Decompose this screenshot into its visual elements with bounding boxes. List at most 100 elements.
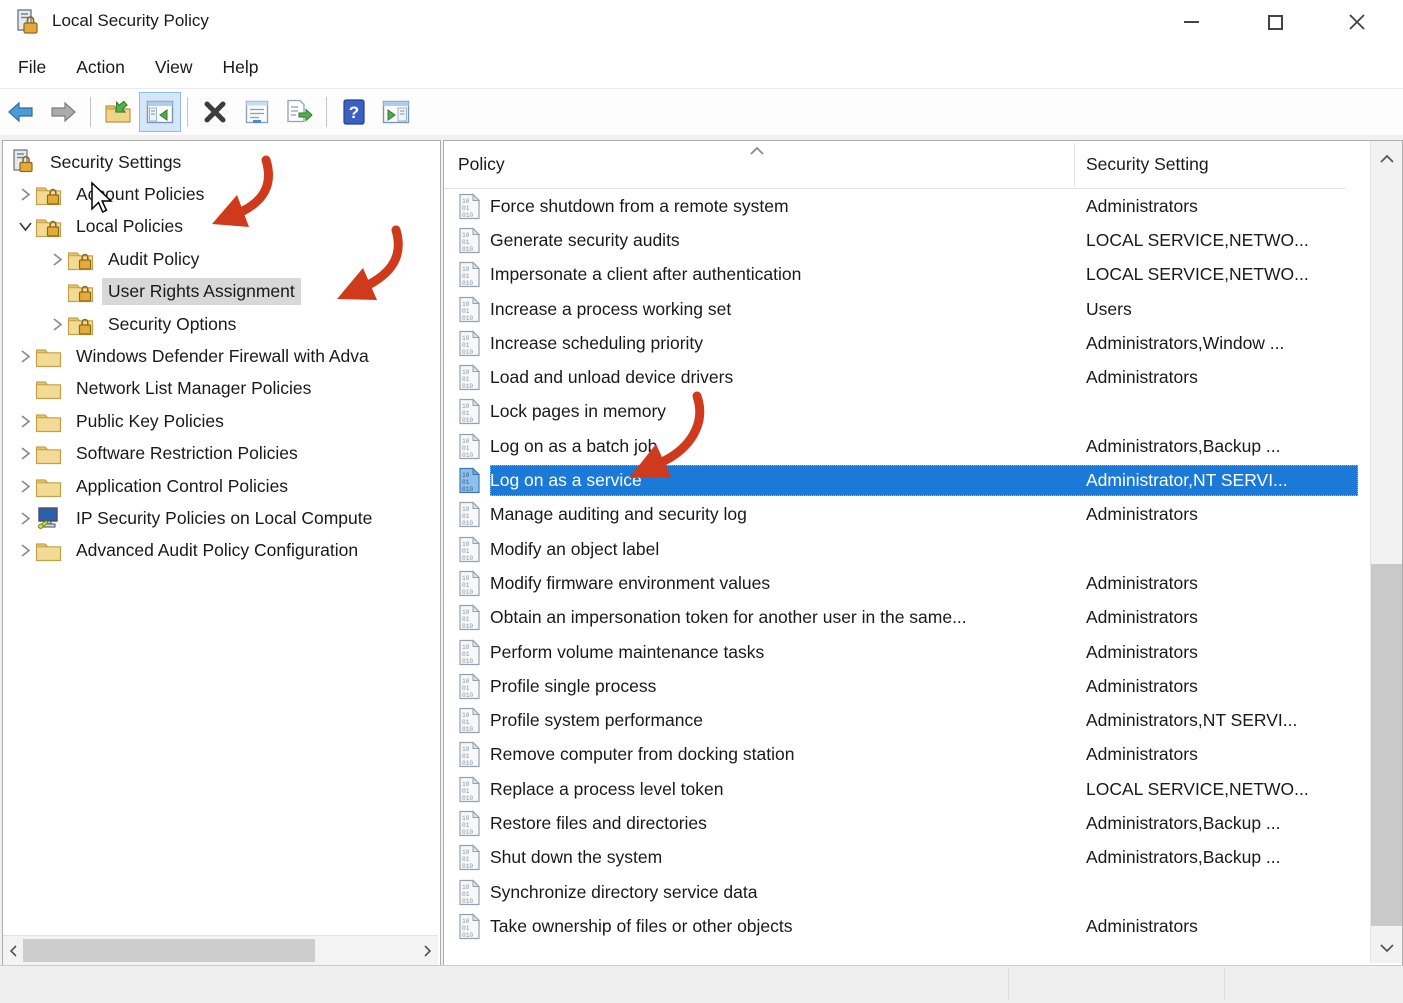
policy-row-log-on-as-a-batch-job[interactable]: 10 01 010 Log on as a batch job Administrato… xyxy=(444,429,1368,463)
policy-doc-icon: 10 01 010 xyxy=(458,810,481,837)
vertical-scroll-thumb[interactable] xyxy=(1371,564,1402,926)
maximize-button[interactable] xyxy=(1252,2,1298,42)
chevron-right-icon[interactable] xyxy=(15,479,35,494)
tree-item-network-list-manager-policies[interactable]: Network List Manager Policies xyxy=(3,373,440,405)
scroll-down-arrow-icon[interactable] xyxy=(1371,933,1402,963)
policy-row-increase-scheduling-priority[interactable]: 10 01 010 Increase scheduling priority Admin… xyxy=(444,326,1368,360)
tree-item-application-control-policies[interactable]: Application Control Policies xyxy=(3,470,440,502)
security-setting-value: LOCAL SERVICE,NETWO... xyxy=(1086,229,1309,250)
policy-row-modify-firmware-environment-values[interactable]: 10 01 010 Modify firmware environment value… xyxy=(444,566,1368,600)
tree-item-ip-security-policies-on-local-compute[interactable]: IP Security Policies on Local Compute xyxy=(3,502,440,534)
status-bar xyxy=(0,965,1403,1003)
scroll-left-arrow-icon[interactable] xyxy=(3,936,23,965)
svg-text:01: 01 xyxy=(462,753,470,760)
app-icon xyxy=(14,9,40,42)
policy-row-modify-an-object-label[interactable]: 10 01 010 Modify an object label xyxy=(444,532,1368,566)
export-list-icon xyxy=(285,99,313,125)
policy-row-shut-down-the-system[interactable]: 10 01 010 Shut down the system Administrator… xyxy=(444,841,1368,875)
chevron-right-icon[interactable] xyxy=(15,187,35,202)
horizontal-scrollbar[interactable] xyxy=(3,935,438,965)
computer-lock-icon xyxy=(9,149,36,175)
policy-row-load-and-unload-device-drivers[interactable]: 10 01 010 Load and unload device drivers Adm… xyxy=(444,360,1368,394)
policy-row-synchronize-directory-service-data[interactable]: 10 01 010 Synchronize directory service dat… xyxy=(444,875,1368,909)
tree-item-advanced-audit-policy-configuration[interactable]: Advanced Audit Policy Configuration xyxy=(3,535,440,567)
policy-row-body: Remove computer from docking station Admi… xyxy=(490,739,1358,770)
svg-text:010: 010 xyxy=(462,623,473,630)
tree-item-windows-defender-firewall-with-adva[interactable]: Windows Defender Firewall with Adva xyxy=(3,340,440,372)
chevron-right-icon[interactable] xyxy=(47,317,67,332)
delete-button[interactable] xyxy=(194,92,236,132)
tree-item-security-options[interactable]: Security Options xyxy=(3,308,440,340)
policy-row-body: Profile single process Administrators xyxy=(490,671,1358,702)
tree-item-user-rights-assignment[interactable]: User Rights Assignment xyxy=(3,276,440,308)
column-header-security-setting[interactable]: Security Setting xyxy=(1086,154,1209,175)
horizontal-scroll-thumb[interactable] xyxy=(23,939,315,962)
tree-item-account-policies[interactable]: Account Policies xyxy=(3,178,440,210)
tree-item-software-restriction-policies[interactable]: Software Restriction Policies xyxy=(3,438,440,470)
policy-row-impersonate-a-client-after-authentication[interactable]: 10 01 010 Impersonate a client after authen… xyxy=(444,258,1368,292)
policy-row-replace-a-process-level-token[interactable]: 10 01 010 Replace a process level token LOCA… xyxy=(444,772,1368,806)
svg-text:10: 10 xyxy=(462,781,470,788)
svg-text:010: 010 xyxy=(462,555,473,562)
policy-row-perform-volume-maintenance-tasks[interactable]: 10 01 010 Perform volume maintenance tasks A… xyxy=(444,635,1368,669)
chevron-right-icon[interactable] xyxy=(47,252,67,267)
policy-doc-icon: 10 01 010 xyxy=(458,535,481,563)
svg-text:10: 10 xyxy=(462,884,470,891)
tree-item-public-key-policies[interactable]: Public Key Policies xyxy=(3,405,440,437)
chevron-right-icon[interactable] xyxy=(15,446,35,461)
security-settings-tree: Security Settings Account Policies Local P… xyxy=(3,146,440,567)
title-bar: Local Security Policy xyxy=(0,0,1403,46)
svg-text:10: 10 xyxy=(462,266,470,273)
sort-ascending-icon xyxy=(749,143,765,161)
policy-row-body: Perform volume maintenance tasks Administ… xyxy=(490,637,1358,668)
policy-row-manage-auditing-and-security-log[interactable]: 10 01 010 Manage auditing and security log A… xyxy=(444,498,1368,532)
policy-row-profile-single-process[interactable]: 10 01 010 Profile single process Administrat… xyxy=(444,669,1368,703)
menu-help[interactable]: Help xyxy=(207,53,273,82)
policy-row-force-shutdown-from-a-remote-system[interactable]: 10 01 010 Force shutdown from a remote syst… xyxy=(444,189,1368,223)
help-button[interactable]: ? xyxy=(333,92,375,132)
tree-item-security-settings[interactable]: Security Settings xyxy=(3,146,440,178)
export-list-button[interactable] xyxy=(278,92,320,132)
policy-row-body: Shut down the system Administrators,Backu… xyxy=(490,842,1358,873)
tree-item-label: Application Control Policies xyxy=(76,475,289,496)
minimize-button[interactable] xyxy=(1168,2,1214,42)
show-console-tree-button[interactable] xyxy=(139,92,181,132)
tree-item-local-policies[interactable]: Local Policies xyxy=(3,211,440,243)
forward-button[interactable] xyxy=(42,92,84,132)
scroll-up-arrow-icon[interactable] xyxy=(1371,143,1402,173)
policy-list-pane: Policy Security Setting 10 01 010 Force shu… xyxy=(443,140,1403,966)
chevron-right-icon[interactable] xyxy=(15,349,35,364)
scroll-right-arrow-icon[interactable] xyxy=(418,936,438,965)
policy-row-lock-pages-in-memory[interactable]: 10 01 010 Lock pages in memory xyxy=(444,395,1368,429)
policy-row-increase-a-process-working-set[interactable]: 10 01 010 Increase a process working set Use… xyxy=(444,292,1368,326)
policy-row-profile-system-performance[interactable]: 10 01 010 Profile system performance Adminis… xyxy=(444,703,1368,737)
svg-text:10: 10 xyxy=(462,609,470,616)
chevron-right-icon[interactable] xyxy=(15,414,35,429)
policy-row-restore-files-and-directories[interactable]: 10 01 010 Restore files and directories Admi… xyxy=(444,806,1368,840)
column-divider[interactable] xyxy=(1074,143,1075,187)
policy-row-body: Obtain an impersonation token for anothe… xyxy=(490,602,1358,633)
policy-row-remove-computer-from-docking-station[interactable]: 10 01 010 Remove computer from docking stat… xyxy=(444,738,1368,772)
chevron-right-icon[interactable] xyxy=(15,543,35,558)
policy-row-take-ownership-of-files-or-other-objects[interactable]: 10 01 010 Take ownership of files or other … xyxy=(444,909,1368,943)
close-button[interactable] xyxy=(1334,2,1380,42)
policy-row-log-on-as-a-service[interactable]: 10 01 010 Log on as a service Administrator,… xyxy=(444,463,1368,497)
list-header: Policy Security Setting xyxy=(444,141,1346,189)
policy-name: Force shutdown from a remote system xyxy=(490,195,789,216)
chevron-down-icon[interactable] xyxy=(15,221,35,232)
svg-text:01: 01 xyxy=(462,479,470,486)
vertical-scrollbar[interactable] xyxy=(1370,141,1402,963)
policy-row-obtain-an-impersonation-token-for-another-user-in-the-same[interactable]: 10 01 010 Obtain an impersonation token for… xyxy=(444,601,1368,635)
show-action-pane-button[interactable] xyxy=(375,92,417,132)
menu-action[interactable]: Action xyxy=(61,53,140,82)
policy-row-generate-security-audits[interactable]: 10 01 010 Generate security audits LOCAL SER… xyxy=(444,223,1368,257)
up-one-level-button[interactable] xyxy=(97,92,139,132)
tree-item-audit-policy[interactable]: Audit Policy xyxy=(3,243,440,275)
menu-view[interactable]: View xyxy=(140,53,208,82)
column-header-policy[interactable]: Policy xyxy=(458,154,505,175)
chevron-right-icon[interactable] xyxy=(15,511,35,526)
back-button[interactable] xyxy=(0,92,42,132)
properties-button[interactable] xyxy=(236,92,278,132)
menu-file[interactable]: File xyxy=(3,53,61,82)
policy-doc-icon: 10 01 010 xyxy=(458,398,481,425)
